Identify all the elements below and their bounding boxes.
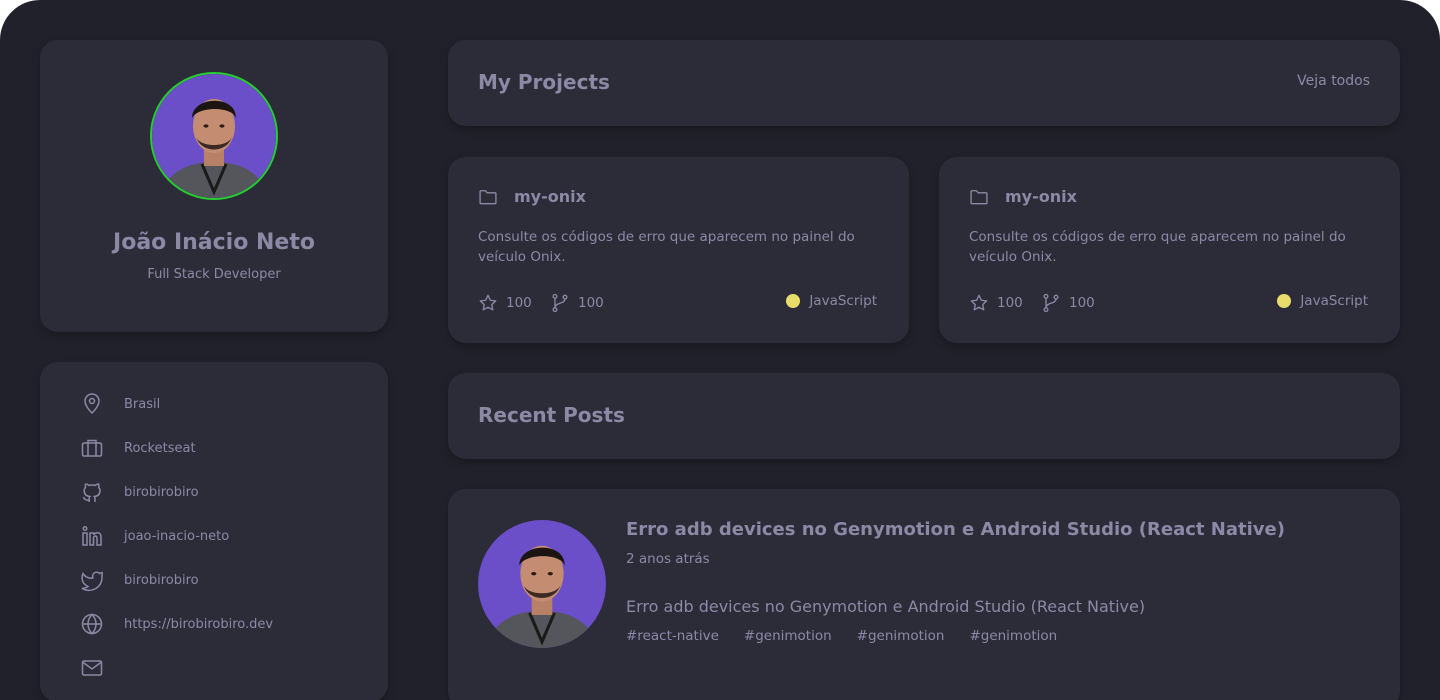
- info-item-github[interactable]: birobirobiro: [80, 480, 199, 504]
- info-item-label: Rocketseat: [124, 440, 196, 456]
- project-name: my-onix: [514, 187, 586, 206]
- info-item-label: https://birobirobiro.dev: [124, 616, 274, 632]
- profile-card: João Inácio Neto Full Stack Developer: [40, 40, 388, 332]
- forks-count: 100: [578, 295, 604, 311]
- app-frame: João Inácio Neto Full Stack Developer Br…: [0, 0, 1440, 700]
- briefcase-icon: [81, 439, 103, 457]
- project-card[interactable]: my-onix Consulte os códigos de erro que …: [448, 157, 909, 343]
- project-language: JavaScript: [786, 293, 877, 309]
- info-item-website[interactable]: https://birobirobiro.dev: [80, 612, 273, 636]
- info-item-label: joao-inacio-neto: [124, 528, 230, 544]
- forks-count: 100: [1069, 295, 1095, 311]
- post-timestamp: 2 anos atrás: [626, 551, 710, 567]
- see-all-link[interactable]: Veja todos: [1297, 73, 1370, 89]
- info-item-twitter[interactable]: birobirobiro: [80, 568, 199, 592]
- post-card[interactable]: Erro adb devices no Genymotion e Android…: [448, 489, 1400, 700]
- info-item-location: Brasil: [80, 392, 160, 416]
- stars-count: 100: [997, 295, 1023, 311]
- info-item-label: birobirobiro: [124, 572, 199, 588]
- folder-icon: [970, 190, 988, 205]
- post-tag[interactable]: #genimotion: [744, 628, 832, 644]
- stars-count: 100: [506, 295, 532, 311]
- folder-icon: [479, 190, 497, 205]
- globe-icon: [81, 613, 103, 635]
- language-color-dot: [786, 294, 801, 308]
- git-fork-icon: [1043, 293, 1059, 313]
- project-name: my-onix: [1005, 187, 1077, 206]
- star-icon: [479, 294, 497, 311]
- post-tag[interactable]: #genimotion: [969, 628, 1057, 644]
- profile-name: João Inácio Neto: [113, 230, 315, 255]
- post-excerpt: Erro adb devices no Genymotion e Android…: [626, 597, 1146, 616]
- mail-icon: [81, 660, 103, 676]
- project-forks: 100: [1041, 293, 1095, 313]
- twitter-icon: [81, 571, 103, 591]
- post-avatar: [478, 520, 606, 648]
- recent-posts-title: Recent Posts: [478, 403, 625, 427]
- project-stars: 100: [969, 293, 1023, 313]
- info-item-email[interactable]: [80, 656, 124, 680]
- profile-role: Full Stack Developer: [147, 267, 281, 282]
- git-fork-icon: [552, 293, 568, 313]
- info-item-company: Rocketseat: [80, 436, 196, 460]
- project-description: Consulte os códigos de erro que aparecem…: [969, 229, 1346, 265]
- project-forks: 100: [550, 293, 604, 313]
- project-language: JavaScript: [1277, 293, 1368, 309]
- recent-posts-header: Recent Posts: [448, 373, 1400, 459]
- post-tag[interactable]: #genimotion: [857, 628, 945, 644]
- language-label: JavaScript: [809, 293, 877, 309]
- info-item-label: Brasil: [124, 396, 161, 412]
- profile-avatar: [150, 72, 278, 200]
- project-card[interactable]: my-onix Consulte os códigos de erro que …: [939, 157, 1400, 343]
- linkedin-icon: [82, 525, 102, 546]
- project-stars: 100: [478, 293, 532, 313]
- post-tag[interactable]: #react-native: [626, 628, 719, 644]
- info-item-label: birobirobiro: [124, 484, 199, 500]
- language-color-dot: [1277, 294, 1292, 308]
- github-icon: [82, 483, 101, 502]
- star-icon: [970, 294, 988, 311]
- projects-title: My Projects: [478, 70, 610, 94]
- post-tags: #react-native #genimotion #genimotion #g…: [626, 628, 1057, 644]
- projects-header: My Projects Veja todos: [448, 40, 1400, 126]
- map-pin-icon: [84, 393, 100, 415]
- post-title[interactable]: Erro adb devices no Genymotion e Android…: [626, 519, 1285, 540]
- language-label: JavaScript: [1300, 293, 1368, 309]
- info-item-linkedin[interactable]: joao-inacio-neto: [80, 524, 229, 548]
- contact-info-card: Brasil Rocketseat birobirobiro joao-inac…: [40, 362, 388, 700]
- project-description: Consulte os códigos de erro que aparecem…: [478, 229, 855, 265]
